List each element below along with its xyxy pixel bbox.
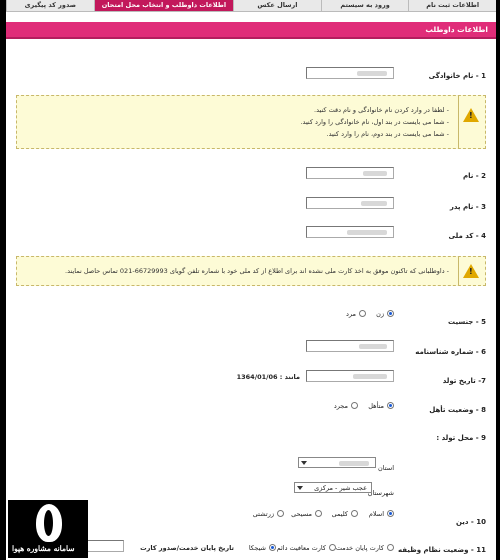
national-code-warning-box: - داوطلبانی که تاکنون موفق به اخذ کارت م… (16, 256, 486, 286)
gender-male-radio[interactable] (359, 310, 366, 317)
last-name-input[interactable] (306, 67, 394, 79)
birth-date-input[interactable] (306, 370, 394, 382)
province-select[interactable] (298, 457, 376, 468)
religion-jewish-radio[interactable] (351, 510, 358, 517)
registration-window: اطلاعات ثبت نام ورود به سیستم ارسال عکس … (6, 0, 496, 560)
brand-logo: سامانه مشاوره هپوا (8, 500, 88, 558)
chevron-down-icon (297, 486, 303, 490)
religion-christian-radio[interactable] (315, 510, 322, 517)
marital-single-label: مجرد (333, 402, 348, 410)
religion-zoroastrian-radio[interactable] (277, 510, 284, 517)
military-exempt-radio[interactable] (329, 544, 336, 551)
birth-date-hint: مانند : 1364/01/06 (236, 373, 300, 381)
birth-place-label: 9 - محل تولد : (436, 434, 486, 442)
name-warning-box: - لطفا در وارد کردن نام خانوادگی و نام د… (16, 95, 486, 149)
first-name-label: 2 - نام (462, 172, 486, 180)
warning-line: - شما می بایست در بند دوم، نام را وارد ک… (326, 130, 449, 138)
marital-married-label: متأهل (368, 402, 384, 410)
chevron-down-icon (301, 461, 307, 465)
religion-zoroastrian-label: زرتشتی (252, 510, 274, 518)
first-name-input[interactable] (306, 167, 394, 179)
military-date-label: تاریخ پایان خدمت/صدور کارت (140, 544, 234, 552)
military-label: 11 - وضعیت نظام وظیفه (397, 546, 486, 554)
tab-tracking-code[interactable]: صدور کد پیگیری (6, 0, 94, 11)
religion-jewish-label: کلیمی (331, 510, 348, 518)
warning-icon (463, 108, 479, 122)
tab-login[interactable]: ورود به سیستم (320, 0, 409, 11)
tab-candidate-info[interactable]: اطلاعات داوطلب و انتخاب محل امتحان (93, 0, 234, 11)
step-tabs: اطلاعات ثبت نام ورود به سیستم ارسال عکس … (6, 0, 496, 12)
national-code-input[interactable] (306, 226, 394, 238)
military-discharge-label: کارت پایان خدمت (335, 544, 384, 552)
id-number-input[interactable] (306, 340, 394, 352)
national-code-label: 4 - کد ملی (448, 232, 486, 240)
tab-registration-info[interactable]: اطلاعات ثبت نام (408, 0, 496, 11)
military-other-label: شیجکا (248, 544, 266, 552)
section-title: اطلاعات داوطلب (425, 25, 488, 34)
logo-text: سامانه مشاوره هپوا (12, 544, 75, 553)
birth-date-label: 7- تاریخ تولد (442, 377, 486, 385)
city-select[interactable]: عجب شیر - مرکزی (294, 482, 372, 493)
religion-label: 10 - دین (455, 518, 486, 526)
religion-islam-label: اسلام (368, 510, 384, 518)
military-discharge-radio[interactable] (387, 544, 394, 551)
military-other-radio[interactable] (269, 544, 276, 551)
gender-female-label: زن (376, 310, 384, 318)
marital-married-radio[interactable] (387, 402, 394, 409)
military-exempt-label: کارت معافیت دائم (276, 544, 326, 552)
warning-line: - شما می بایست در بند اول، نام خانوادگی … (300, 118, 449, 126)
province-label: استان (378, 464, 394, 472)
gender-female-radio[interactable] (387, 310, 394, 317)
logo-mark-icon (36, 504, 62, 542)
gender-male-label: مرد (346, 310, 356, 318)
marital-single-radio[interactable] (351, 402, 358, 409)
warning-line: - لطفا در وارد کردن نام خانوادگی و نام د… (314, 106, 449, 114)
religion-islam-radio[interactable] (387, 510, 394, 517)
religion-christian-label: مسیحی (291, 510, 312, 518)
marital-label: 8 - وضعیت تأهل (429, 406, 486, 414)
warning-icon (463, 264, 479, 278)
id-number-label: 6 - شماره شناسنامه (415, 348, 486, 356)
father-name-input[interactable] (306, 197, 394, 209)
tab-send-photo[interactable]: ارسال عکس (233, 0, 321, 11)
section-header: اطلاعات داوطلب (6, 22, 496, 39)
father-name-label: 3 - نام پدر (449, 203, 486, 211)
gender-label: 5 - جنسیت (448, 318, 486, 326)
city-value: عجب شیر - مرکزی (314, 484, 367, 492)
warning-text: - داوطلبانی که تاکنون موفق به اخذ کارت م… (65, 267, 449, 275)
last-name-label: 1 - نام خانوادگی (428, 72, 486, 80)
